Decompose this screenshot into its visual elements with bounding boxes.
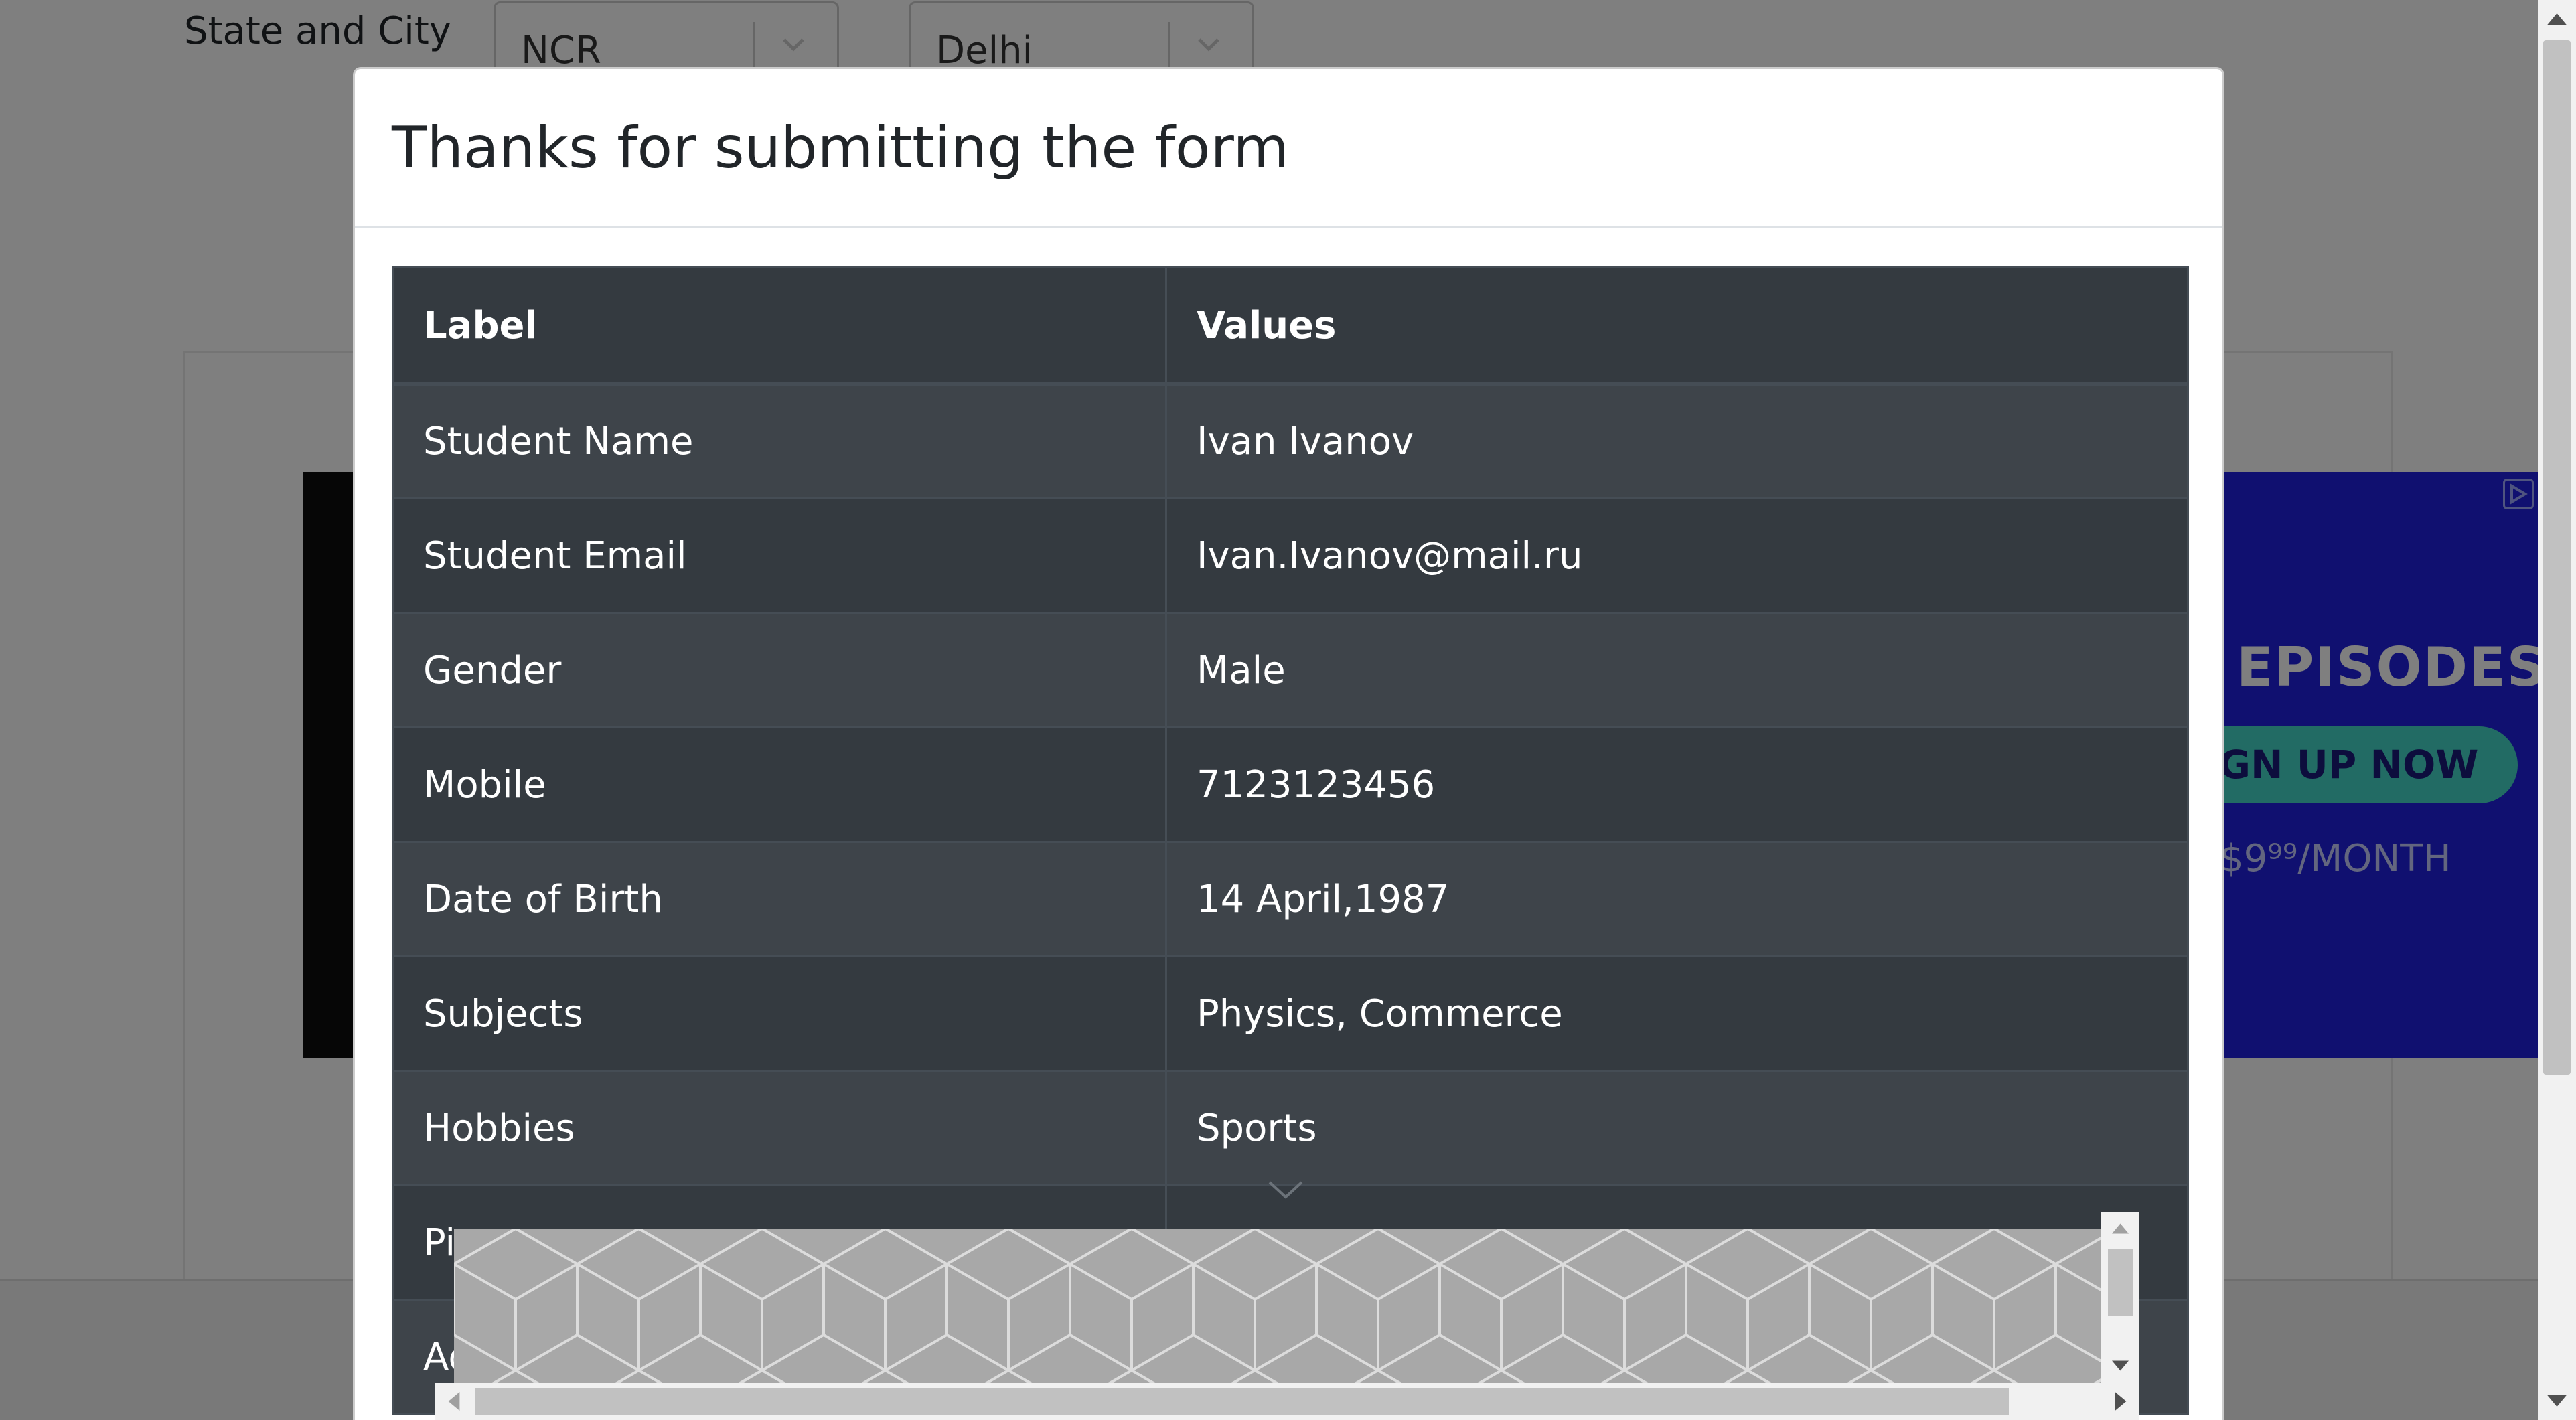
- chevron-down-icon: [1268, 1181, 1303, 1199]
- table-row: Date of Birth 14 April,1987: [392, 841, 2189, 957]
- table-header-row: Label Values: [392, 266, 2189, 386]
- row-value: Sports: [1165, 1070, 2189, 1186]
- row-value: Ivan Ivanov: [1165, 383, 2189, 499]
- scroll-left-arrow-icon[interactable]: [435, 1383, 473, 1420]
- row-value: Ivan.Ivanov@mail.ru: [1165, 497, 2189, 614]
- modal-title: Thanks for submitting the form: [392, 114, 1290, 181]
- ad-frame-vertical-scrollbar[interactable]: [2101, 1212, 2139, 1383]
- window-scroll-thumb[interactable]: [2543, 40, 2571, 1075]
- scroll-up-arrow-icon[interactable]: [2538, 0, 2576, 38]
- ad-frame-horizontal-thumb[interactable]: [475, 1388, 2009, 1415]
- row-label: Student Name: [392, 383, 1167, 499]
- row-value: Physics, Commerce: [1165, 955, 2189, 1072]
- ad-frame-horizontal-scrollbar[interactable]: [435, 1383, 2139, 1420]
- scroll-down-arrow-icon[interactable]: [2101, 1349, 2139, 1383]
- row-label: Subjects: [392, 955, 1167, 1072]
- scroll-down-arrow-icon[interactable]: [2538, 1382, 2576, 1420]
- row-label: Date of Birth: [392, 841, 1167, 957]
- pattern-ad-frame[interactable]: [454, 1229, 2101, 1383]
- row-label: Student Email: [392, 497, 1167, 614]
- row-value: 14 April,1987: [1165, 841, 2189, 957]
- row-value: 7123123456: [1165, 726, 2189, 843]
- ad-frame-vertical-thumb[interactable]: [2108, 1249, 2133, 1316]
- table-row: Subjects Physics, Commerce: [392, 955, 2189, 1072]
- submission-modal: Thanks for submitting the form Label Val…: [353, 67, 2224, 1420]
- column-header-values: Values: [1165, 266, 2189, 386]
- table-row: Hobbies Sports: [392, 1070, 2189, 1186]
- modal-header: Thanks for submitting the form: [355, 69, 2222, 228]
- scroll-right-arrow-icon[interactable]: [2102, 1383, 2139, 1420]
- table-row: Student Email Ivan.Ivanov@mail.ru: [392, 497, 2189, 614]
- row-label: Mobile: [392, 726, 1167, 843]
- row-value: Male: [1165, 612, 2189, 728]
- row-label: Gender: [392, 612, 1167, 728]
- row-label: Hobbies: [392, 1070, 1167, 1186]
- scroll-up-arrow-icon[interactable]: [2101, 1212, 2139, 1245]
- table-row: Mobile 7123123456: [392, 726, 2189, 843]
- table-row: Gender Male: [392, 612, 2189, 728]
- table-row: Student Name Ivan Ivanov: [392, 383, 2189, 499]
- column-header-label: Label: [392, 266, 1167, 386]
- cube-pattern: [454, 1229, 2101, 1383]
- window-scrollbar[interactable]: [2538, 0, 2576, 1420]
